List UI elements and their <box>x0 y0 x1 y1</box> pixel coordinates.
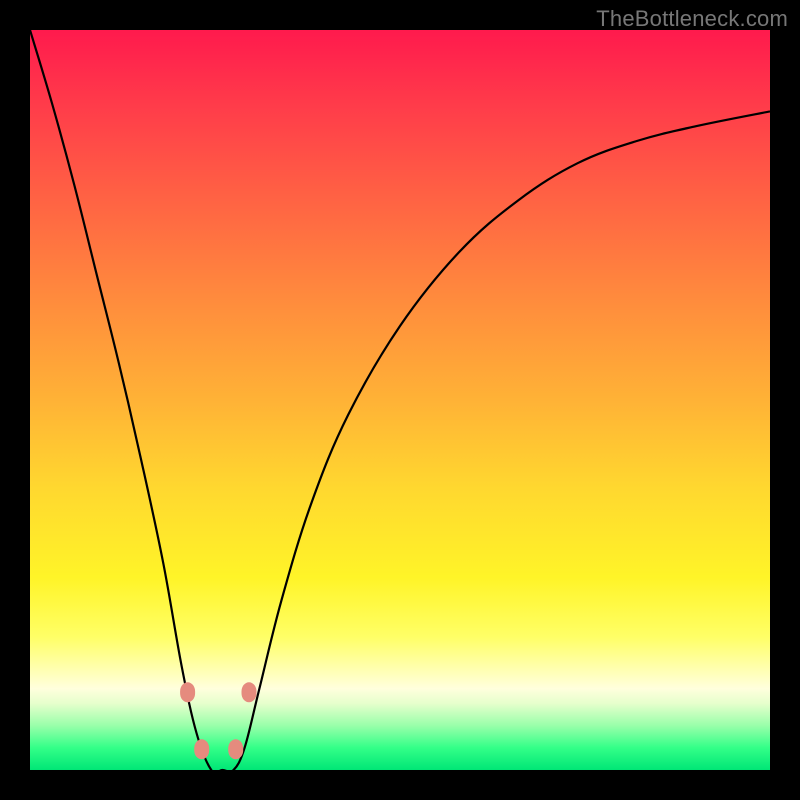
trough-marker <box>242 682 257 702</box>
trough-marker <box>228 739 243 759</box>
plot-area <box>30 30 770 770</box>
watermark-text: TheBottleneck.com <box>596 6 788 32</box>
trough-marker <box>180 682 195 702</box>
chart-container: TheBottleneck.com <box>0 0 800 800</box>
trough-marker <box>194 739 209 759</box>
bottleneck-curve <box>30 30 770 770</box>
